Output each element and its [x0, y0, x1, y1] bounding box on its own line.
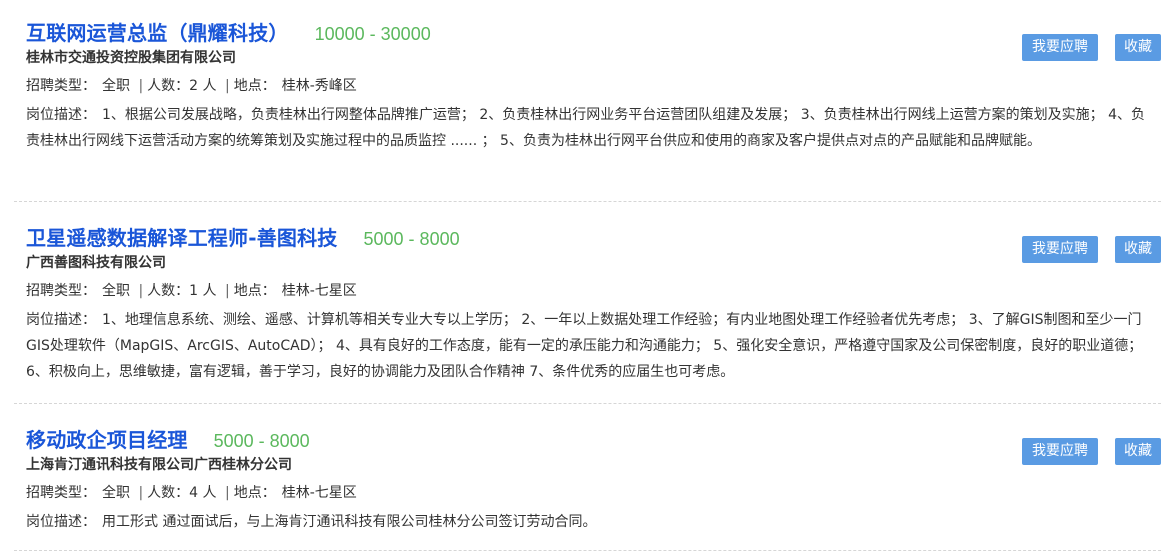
description-text: 1、地理信息系统、测绘、遥感、计算机等相关专业大专以上学历； 2、一年以上数据处… — [26, 312, 1143, 380]
meta-separator: | — [138, 283, 144, 299]
location-label: 地点： — [233, 485, 276, 501]
job-title-row: 移动政企项目经理 5000 - 8000 — [14, 424, 1161, 453]
recruit-type-value: 全职 — [102, 78, 130, 94]
headcount-label: 人数： — [147, 485, 190, 501]
job-card: 移动政企项目经理 5000 - 8000 上海肯汀通讯科技有限公司广西桂林分公司… — [14, 404, 1161, 551]
job-title-link[interactable]: 互联网运营总监（鼎耀科技） — [26, 17, 289, 46]
location-value: 桂林-秀峰区 — [281, 78, 357, 94]
job-actions: 我要应聘 收藏 — [1022, 236, 1161, 263]
job-description: 岗位描述： 1、地理信息系统、测绘、遥感、计算机等相关专业大专以上学历； 2、一年… — [14, 307, 1161, 385]
favorite-button[interactable]: 收藏 — [1115, 438, 1161, 465]
description-text: 1、根据公司发展战略，负责桂林出行网整体品牌推广运营； 2、负责桂林出行网业务平… — [26, 107, 1145, 149]
location-value: 桂林-七星区 — [281, 283, 357, 299]
favorite-button[interactable]: 收藏 — [1115, 236, 1161, 263]
headcount-label: 人数： — [147, 283, 190, 299]
description-label: 岗位描述： — [26, 107, 96, 123]
headcount-value: 1 — [189, 283, 199, 299]
job-title-link[interactable]: 卫星遥感数据解译工程师-善图科技 — [26, 222, 338, 251]
headcount-value: 2 — [189, 78, 199, 94]
headcount-unit: 人 — [202, 78, 217, 94]
description-text: 用工形式 通过面试后，与上海肯汀通讯科技有限公司桂林分公司签订劳动合同。 — [102, 514, 597, 530]
company-name: 桂林市交通投资控股集团有限公司 — [26, 50, 236, 66]
recruit-type-value: 全职 — [102, 485, 130, 501]
recruit-type-label: 招聘类型： — [26, 485, 96, 501]
headcount-unit: 人 — [202, 485, 217, 501]
job-actions: 我要应聘 收藏 — [1022, 438, 1161, 465]
job-title-link[interactable]: 移动政企项目经理 — [26, 424, 188, 453]
job-description: 岗位描述： 1、根据公司发展战略，负责桂林出行网整体品牌推广运营； 2、负责桂林出… — [14, 102, 1161, 154]
meta-separator: | — [225, 485, 230, 501]
apply-button[interactable]: 我要应聘 — [1022, 438, 1098, 465]
job-meta: 招聘类型： 全职 | 人数：4 人 | 地点： 桂林-七星区 — [14, 483, 1161, 503]
salary-range: 5000 - 8000 — [213, 431, 310, 451]
apply-button[interactable]: 我要应聘 — [1022, 236, 1098, 263]
job-list: 互联网运营总监（鼎耀科技） 10000 - 30000 桂林市交通投资控股集团有… — [14, 0, 1161, 551]
headcount-unit: 人 — [202, 283, 217, 299]
company-name: 广西善图科技有限公司 — [26, 255, 166, 271]
meta-separator: | — [138, 485, 144, 501]
company-name: 上海肯汀通讯科技有限公司广西桂林分公司 — [26, 457, 292, 473]
location-label: 地点： — [233, 283, 276, 299]
location-label: 地点： — [233, 78, 276, 94]
meta-separator: | — [225, 283, 230, 299]
job-title-row: 互联网运营总监（鼎耀科技） 10000 - 30000 — [14, 17, 1161, 46]
job-meta: 招聘类型： 全职 | 人数：1 人 | 地点： 桂林-七星区 — [14, 281, 1161, 301]
headcount-value: 4 — [189, 485, 199, 501]
meta-separator: | — [138, 78, 144, 94]
recruit-type-value: 全职 — [102, 283, 130, 299]
description-label: 岗位描述： — [26, 514, 96, 530]
headcount-label: 人数： — [147, 78, 190, 94]
favorite-button[interactable]: 收藏 — [1115, 34, 1161, 61]
job-actions: 我要应聘 收藏 — [1022, 34, 1161, 61]
apply-button[interactable]: 我要应聘 — [1022, 34, 1098, 61]
job-title-row: 卫星遥感数据解译工程师-善图科技 5000 - 8000 — [14, 222, 1161, 251]
salary-range: 10000 - 30000 — [314, 24, 431, 44]
recruit-type-label: 招聘类型： — [26, 283, 96, 299]
salary-range: 5000 - 8000 — [363, 229, 460, 249]
recruit-type-label: 招聘类型： — [26, 78, 96, 94]
job-card: 互联网运营总监（鼎耀科技） 10000 - 30000 桂林市交通投资控股集团有… — [14, 0, 1161, 202]
meta-separator: | — [225, 78, 230, 94]
job-meta: 招聘类型： 全职 | 人数：2 人 | 地点： 桂林-秀峰区 — [14, 76, 1161, 96]
job-card: 卫星遥感数据解译工程师-善图科技 5000 - 8000 广西善图科技有限公司 … — [14, 202, 1161, 404]
job-description: 岗位描述： 用工形式 通过面试后，与上海肯汀通讯科技有限公司桂林分公司签订劳动合同… — [14, 509, 1161, 535]
description-label: 岗位描述： — [26, 312, 96, 328]
location-value: 桂林-七星区 — [281, 485, 357, 501]
